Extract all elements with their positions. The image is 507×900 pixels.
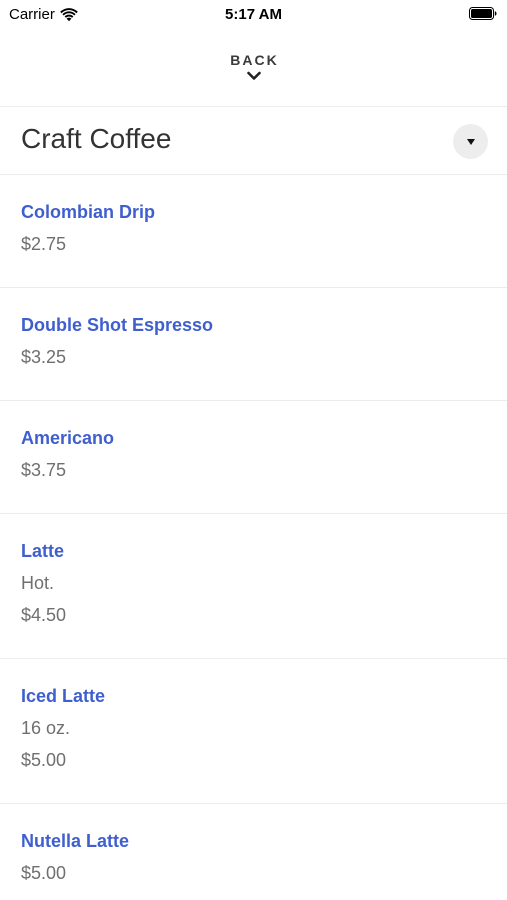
menu-item-nutella-latte[interactable]: Nutella Latte $5.00 [0, 804, 507, 900]
item-price: $3.25 [21, 347, 67, 367]
item-price: $5.00 [21, 863, 67, 883]
item-price: $3.75 [21, 460, 67, 480]
item-price: $4.50 [21, 605, 67, 625]
item-price: $2.75 [21, 234, 67, 254]
back-label: BACK [230, 52, 279, 68]
item-name: Latte [21, 541, 65, 561]
menu-list: Colombian Drip $2.75 Double Shot Espress… [0, 175, 507, 900]
status-bar: Carrier 5:17 AM [0, 0, 507, 28]
caret-down-icon [466, 138, 475, 145]
item-description: Hot. [21, 573, 55, 593]
category-dropdown-button[interactable] [453, 124, 488, 159]
status-time: 5:17 AM [225, 6, 282, 23]
item-description: 16 oz. [21, 718, 71, 738]
back-button[interactable]: BACK [0, 28, 507, 107]
item-name: Iced Latte [21, 686, 106, 706]
menu-item-colombian-drip[interactable]: Colombian Drip $2.75 [0, 175, 507, 288]
menu-item-latte[interactable]: Latte Hot. $4.50 [0, 514, 507, 659]
item-name: Double Shot Espresso [21, 315, 214, 335]
item-name: Nutella Latte [21, 831, 130, 851]
item-price: $5.00 [21, 750, 67, 770]
screen: Carrier 5:17 AM BACK Craft Coffee Colomb… [0, 0, 507, 900]
category-header: Craft Coffee [0, 107, 507, 175]
menu-item-americano[interactable]: Americano $3.75 [0, 401, 507, 514]
menu-item-iced-latte[interactable]: Iced Latte 16 oz. $5.00 [0, 659, 507, 804]
battery-icon [469, 7, 497, 20]
category-title: Craft Coffee [21, 123, 172, 154]
item-name: Americano [21, 428, 115, 448]
menu-item-double-shot-espresso[interactable]: Double Shot Espresso $3.25 [0, 288, 507, 401]
chevron-down-icon [246, 71, 261, 80]
item-name: Colombian Drip [21, 202, 155, 222]
